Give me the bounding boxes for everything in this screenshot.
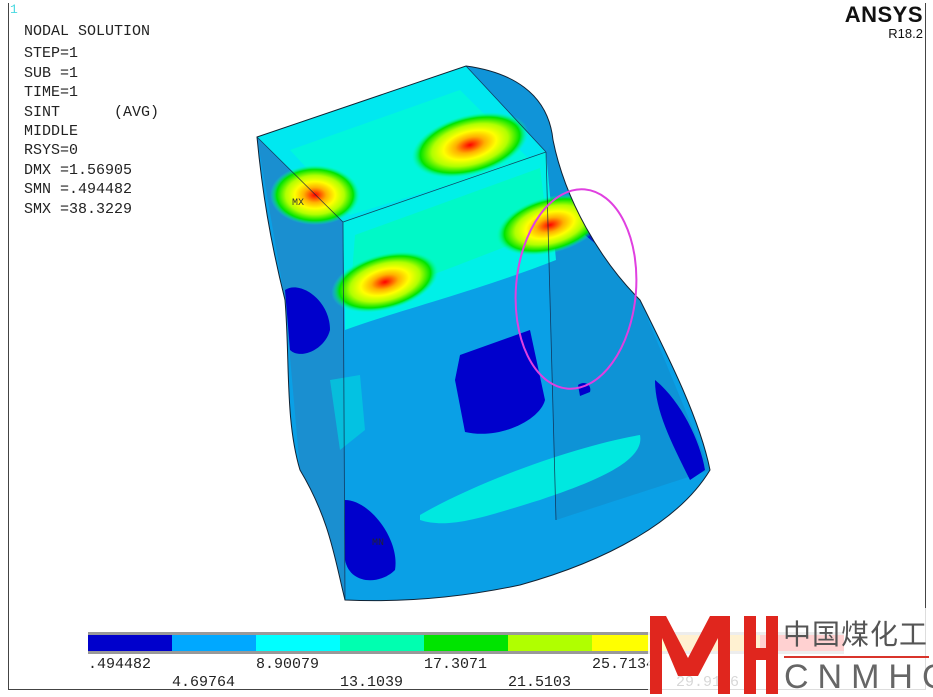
model-surface (257, 66, 710, 601)
watermark-english: CNMHG (784, 658, 933, 696)
max-marker: MX (292, 198, 304, 209)
legend-swatch (256, 635, 340, 651)
min-marker: MN (372, 538, 384, 549)
legend-label: .494482 (88, 656, 152, 673)
legend-swatch (508, 635, 592, 651)
watermark-logo-icon (650, 616, 778, 694)
legend-swatch (424, 635, 508, 651)
legend-label: 21.5103 (508, 674, 572, 691)
fea-model-plot: MX MN (256, 65, 711, 602)
watermark: 中国煤化工 CNMHG (648, 608, 933, 697)
legend-label: 13.1039 (340, 674, 404, 691)
watermark-chinese: 中国煤化工 (783, 618, 929, 651)
legend-swatch (88, 635, 172, 651)
legend-label: 17.3071 (424, 656, 488, 673)
stress-hotspot (270, 165, 360, 225)
legend-label: 8.90079 (256, 656, 320, 673)
legend-swatch (172, 635, 256, 651)
legend-label: 4.69764 (172, 674, 236, 691)
legend-swatch (340, 635, 424, 651)
legend-label: 25.7134 (592, 656, 656, 673)
